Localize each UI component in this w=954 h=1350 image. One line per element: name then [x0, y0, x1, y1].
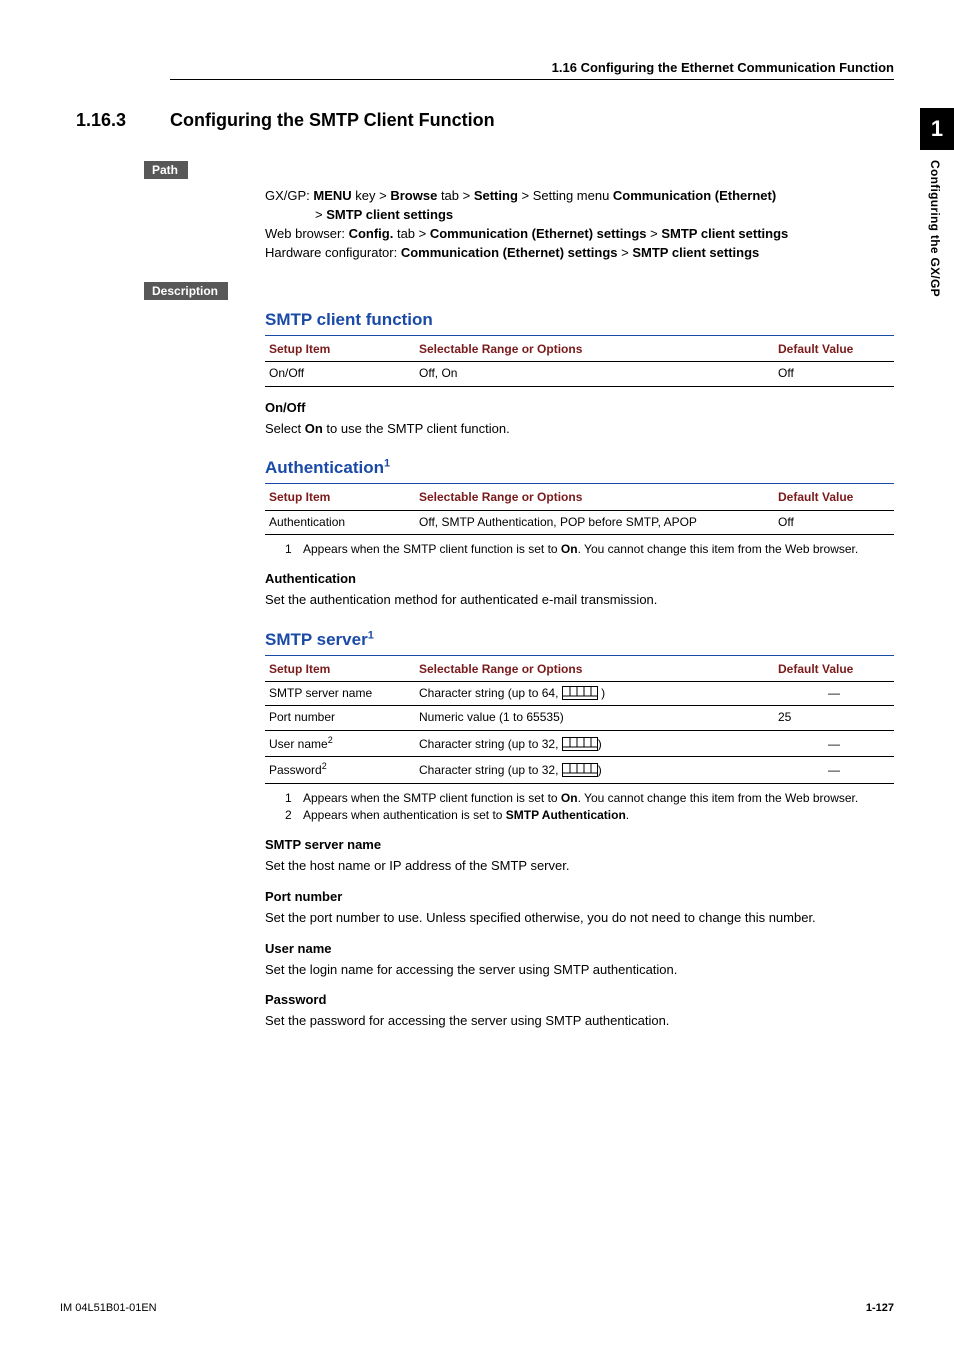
smtp-client-heading: SMTP client function	[265, 308, 894, 336]
item-heading: User name	[265, 940, 894, 959]
footer-doc-id: IM 04L51B01-01EN	[60, 1302, 157, 1314]
auth-table: Setup Item Selectable Range or Options D…	[265, 486, 894, 535]
running-head: 1.16 Configuring the Ethernet Communicat…	[170, 60, 894, 80]
table-row: User name2Character string (up to 32, )―	[265, 730, 894, 756]
path-web-prefix: Web browser:	[265, 226, 349, 241]
server-heading: SMTP server1	[265, 628, 894, 656]
onoff-heading: On/Off	[265, 399, 894, 418]
item-heading: SMTP server name	[265, 836, 894, 855]
item-body: Set the host name or IP address of the S…	[265, 857, 894, 876]
table-row: Port numberNumeric value (1 to 65535)25	[265, 706, 894, 730]
auth-notes: 1 Appears when the SMTP client function …	[285, 541, 894, 558]
server-notes: 1Appears when the SMTP client function i…	[285, 790, 894, 825]
page-footer: IM 04L51B01-01EN 1-127	[60, 1302, 894, 1314]
item-heading: Port number	[265, 888, 894, 907]
th-range: Selectable Range or Options	[415, 338, 774, 362]
smtp-client-table: Setup Item Selectable Range or Options D…	[265, 338, 894, 387]
side-tab: 1 Configuring the GX/GP	[920, 108, 954, 307]
th-default: Default Value	[774, 338, 894, 362]
path-gx-prefix: GX/GP:	[265, 188, 313, 203]
chapter-tab-label: Configuring the GX/GP	[920, 150, 950, 307]
footer-page-number: 1-127	[866, 1302, 894, 1314]
table-row: Password2Character string (up to 32, )―	[265, 757, 894, 783]
item-body: Set the port number to use. Unless speci…	[265, 909, 894, 928]
section-title: Configuring the SMTP Client Function	[170, 110, 495, 131]
onoff-body: Select On to use the SMTP client functio…	[265, 420, 894, 439]
table-row: SMTP server nameCharacter string (up to …	[265, 682, 894, 706]
auth-item-heading: Authentication	[265, 570, 894, 589]
table-row: On/Off Off, On Off	[265, 362, 894, 386]
th-item: Setup Item	[265, 338, 415, 362]
auth-heading: Authentication1	[265, 456, 894, 484]
keyboard-icon	[562, 686, 598, 700]
item-body: Set the login name for accessing the ser…	[265, 961, 894, 980]
path-hw-prefix: Hardware configurator:	[265, 245, 401, 260]
path-block: GX/GP: MENU key > Browse tab > Setting >…	[265, 187, 894, 262]
table-row: Authentication Off, SMTP Authentication,…	[265, 510, 894, 534]
description-label: Description	[144, 282, 228, 300]
path-label: Path	[144, 161, 188, 179]
keyboard-icon	[562, 763, 598, 777]
chapter-tab-number: 1	[920, 108, 954, 150]
item-heading: Password	[265, 991, 894, 1010]
section-number: 1.16.3	[76, 110, 170, 131]
server-table: Setup Item Selectable Range or Options D…	[265, 658, 894, 784]
auth-item-body: Set the authentication method for authen…	[265, 591, 894, 610]
item-body: Set the password for accessing the serve…	[265, 1012, 894, 1031]
keyboard-icon	[562, 737, 598, 751]
